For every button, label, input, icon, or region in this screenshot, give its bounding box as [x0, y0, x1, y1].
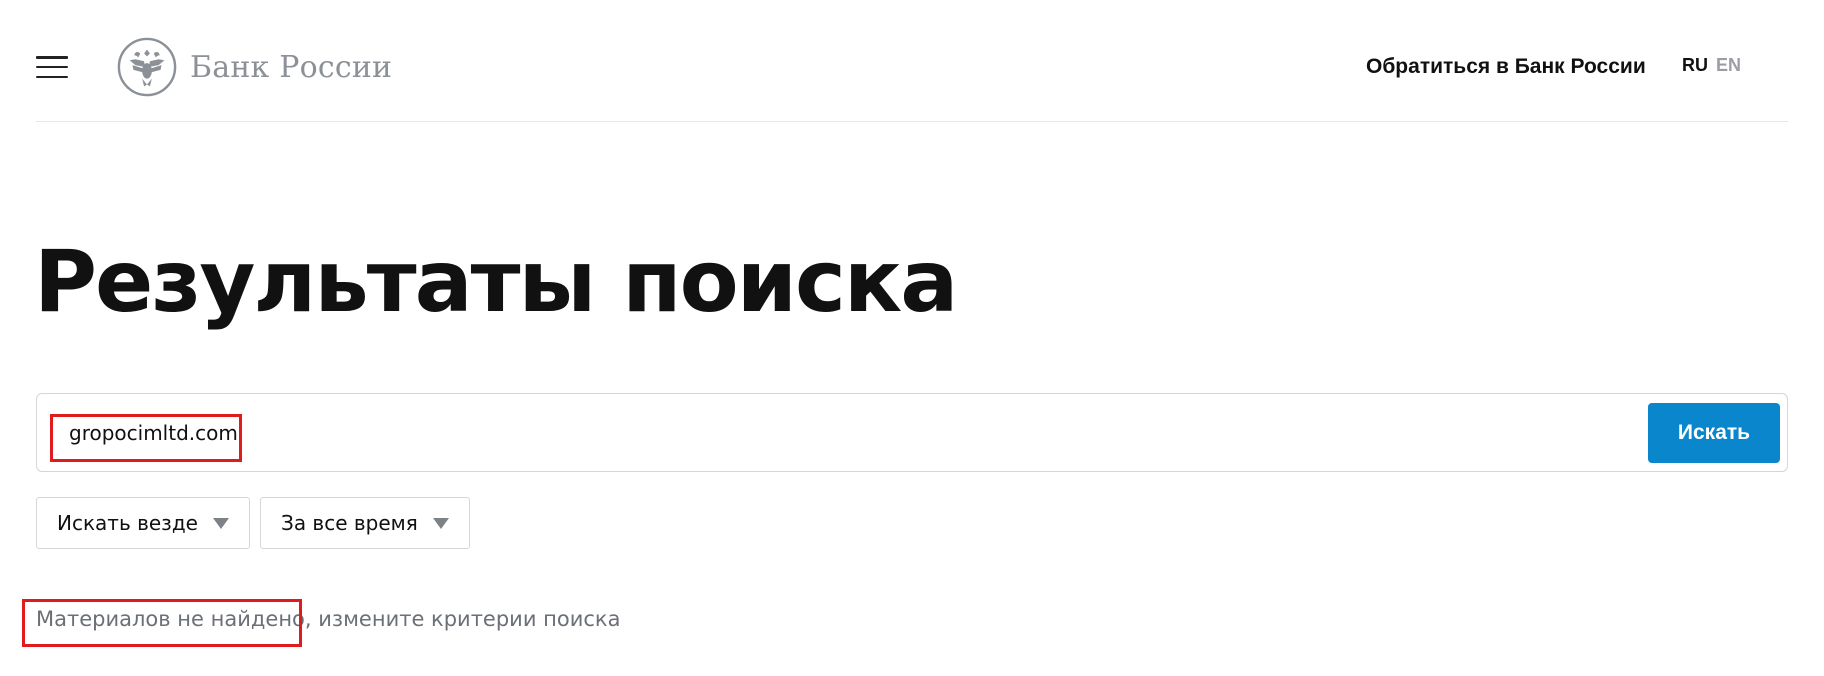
- no-results-text: Материалов не найдено: [36, 607, 305, 631]
- no-results-message: Материалов не найдено, измените критерии…: [36, 607, 620, 631]
- scope-dropdown-label: Искать везде: [57, 511, 198, 535]
- header-divider: [36, 121, 1788, 122]
- contact-bank-link[interactable]: Обратиться в Банк России: [1366, 55, 1646, 79]
- triangle-down-icon: [213, 518, 229, 529]
- period-dropdown[interactable]: За все время: [260, 497, 470, 549]
- language-en[interactable]: EN: [1716, 55, 1741, 76]
- search-button[interactable]: Искать: [1648, 403, 1780, 463]
- bank-logo[interactable]: Банк России: [116, 35, 392, 99]
- search-input[interactable]: [53, 402, 1669, 464]
- menu-icon[interactable]: [36, 56, 68, 78]
- scope-dropdown[interactable]: Искать везде: [36, 497, 250, 549]
- bank-emblem-icon: [117, 37, 177, 97]
- period-dropdown-label: За все время: [281, 511, 418, 535]
- page: Банк России Обратиться в Банк России RU …: [0, 0, 1824, 676]
- triangle-down-icon: [433, 518, 449, 529]
- page-title: Результаты поиска: [34, 232, 958, 332]
- logo-text: Банк России: [190, 49, 393, 85]
- language-ru[interactable]: RU: [1682, 55, 1708, 76]
- no-results-hint: , измените критерии поиска: [304, 607, 621, 631]
- search-box: [36, 393, 1788, 472]
